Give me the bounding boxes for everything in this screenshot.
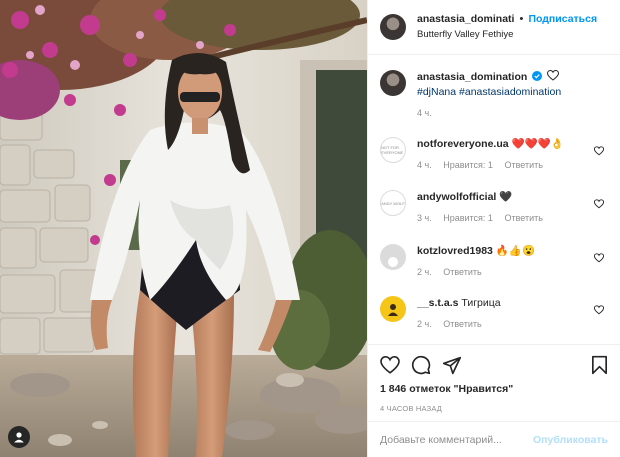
brand-logo-text: ANDY WOLF bbox=[381, 200, 405, 206]
comment-item: kotzlovred1983 🔥👍😮 2 ч. Ответить bbox=[380, 244, 608, 296]
comment-username[interactable]: notforeveryone.ua bbox=[417, 138, 509, 150]
comment-item: __s.t.a.s Тигрица 2 ч. Ответить bbox=[380, 296, 608, 348]
comment-meta: 2 ч. Ответить bbox=[417, 267, 608, 277]
bookmark-icon[interactable] bbox=[591, 355, 608, 375]
tagged-user-icon[interactable] bbox=[8, 426, 30, 448]
heart-outline-icon bbox=[547, 69, 560, 81]
follow-button[interactable]: Подписаться bbox=[528, 13, 597, 25]
comment-avatar-brand[interactable]: NOT FOR EVERYONE bbox=[380, 137, 406, 163]
comment-avatar-yellow[interactable] bbox=[380, 296, 406, 322]
add-comment-bar: Добавьте комментарий... Опубликовать bbox=[368, 421, 620, 457]
author-username[interactable]: anastasia_dominati bbox=[417, 13, 514, 25]
reply-button[interactable]: Ответить bbox=[443, 267, 481, 277]
action-icons bbox=[380, 354, 608, 376]
comment-likes[interactable]: Нравится: 1 bbox=[443, 160, 493, 170]
caption-body: anastasia_domination #djNana #anastasiad… bbox=[417, 69, 608, 126]
comment-likes[interactable]: Нравится: 1 bbox=[443, 213, 493, 223]
comment-username[interactable]: kotzlovred1983 bbox=[417, 245, 493, 257]
comment-time[interactable]: 2 ч. bbox=[417, 319, 432, 329]
post-comment-button[interactable]: Опубликовать bbox=[533, 434, 608, 446]
comment-meta: 3 ч. Нравится: 1 Ответить bbox=[417, 213, 608, 223]
reply-button[interactable]: Ответить bbox=[504, 213, 542, 223]
person-icon bbox=[14, 432, 24, 443]
post-photo[interactable] bbox=[0, 0, 367, 457]
comment-body: kotzlovred1983 🔥👍😮 2 ч. Ответить bbox=[417, 244, 608, 296]
comment-icon[interactable] bbox=[411, 355, 431, 375]
default-avatar-icon bbox=[388, 257, 398, 267]
comment-input[interactable]: Добавьте комментарий... bbox=[380, 434, 533, 446]
caption-time[interactable]: 4 ч. bbox=[417, 108, 432, 118]
comment-avatar-brand[interactable]: ANDY WOLF bbox=[380, 190, 406, 216]
author-meta: anastasia_dominati • Подписаться Butterf… bbox=[417, 12, 597, 42]
comment-avatar-default[interactable] bbox=[380, 244, 406, 270]
post-details-panel: anastasia_dominati • Подписаться Butterf… bbox=[367, 0, 620, 457]
separator-dot: • bbox=[519, 13, 524, 25]
comment-item: ANDY WOLF andywolfofficial 🖤 3 ч. Нравит… bbox=[380, 190, 608, 244]
avatar-figure-icon bbox=[388, 304, 398, 316]
comment-line: kotzlovred1983 🔥👍😮 bbox=[417, 244, 608, 259]
verified-badge-icon bbox=[532, 71, 543, 81]
reply-button[interactable]: Ответить bbox=[504, 160, 542, 170]
post-timestamp[interactable]: 4 часов назад bbox=[380, 404, 608, 413]
comment-line: __s.t.a.s Тигрица bbox=[417, 296, 608, 311]
like-comment-icon[interactable] bbox=[594, 253, 604, 263]
comment-username[interactable]: __s.t.a.s bbox=[417, 297, 458, 309]
comment-line: notforeveryone.ua ❤️❤️❤️👌 bbox=[417, 137, 608, 152]
post-header: anastasia_dominati • Подписаться Butterf… bbox=[368, 0, 620, 55]
caption-hashtags[interactable]: #djNana #anastasiadomination bbox=[417, 85, 608, 100]
like-comment-icon[interactable] bbox=[594, 199, 604, 209]
photo-illustration bbox=[0, 0, 367, 457]
comment-meta: 2 ч. Ответить bbox=[417, 319, 608, 329]
reply-button[interactable]: Ответить bbox=[443, 319, 481, 329]
caption-meta: 4 ч. bbox=[417, 108, 608, 118]
caption-username[interactable]: anastasia_domination bbox=[417, 71, 527, 83]
like-comment-icon[interactable] bbox=[594, 146, 604, 156]
location-link[interactable]: Butterfly Valley Fethiye bbox=[417, 27, 597, 42]
comment-text: 🔥👍😮 bbox=[495, 245, 536, 257]
comment-time[interactable]: 3 ч. bbox=[417, 213, 432, 223]
caption-avatar[interactable] bbox=[380, 70, 406, 96]
comment-text: 🖤 bbox=[499, 191, 513, 203]
comment-time[interactable]: 4 ч. bbox=[417, 160, 432, 170]
like-comment-icon[interactable] bbox=[594, 305, 604, 315]
caption: anastasia_domination #djNana #anastasiad… bbox=[380, 69, 608, 126]
comment-time[interactable]: 2 ч. bbox=[417, 267, 432, 277]
author-avatar[interactable] bbox=[380, 14, 406, 40]
comment-item: NOT FOR EVERYONE notforeveryone.ua ❤️❤️❤… bbox=[380, 137, 608, 190]
comment-body: andywolfofficial 🖤 3 ч. Нравится: 1 Отве… bbox=[417, 190, 608, 244]
comments-list: anastasia_domination #djNana #anastasiad… bbox=[368, 56, 620, 343]
post-actions: 1 846 отметок "Нравится" 4 часов назад bbox=[368, 344, 620, 413]
heart-icon[interactable] bbox=[380, 356, 400, 374]
brand-logo-text: NOT FOR EVERYONE bbox=[381, 145, 404, 155]
share-icon[interactable] bbox=[442, 356, 462, 375]
comment-body: notforeveryone.ua ❤️❤️❤️👌 4 ч. Нравится:… bbox=[417, 137, 608, 190]
comment-text: ❤️❤️❤️👌 bbox=[511, 138, 564, 150]
comment-meta: 4 ч. Нравится: 1 Ответить bbox=[417, 160, 608, 170]
comment-line: andywolfofficial 🖤 bbox=[417, 190, 608, 205]
likes-count[interactable]: 1 846 отметок "Нравится" bbox=[380, 383, 608, 395]
comment-body: __s.t.a.s Тигрица 2 ч. Ответить bbox=[417, 296, 608, 348]
comment-text: Тигрица bbox=[461, 297, 501, 309]
comment-username[interactable]: andywolfofficial bbox=[417, 191, 496, 203]
author-line: anastasia_dominati • Подписаться bbox=[417, 12, 597, 27]
caption-line: anastasia_domination bbox=[417, 69, 608, 85]
